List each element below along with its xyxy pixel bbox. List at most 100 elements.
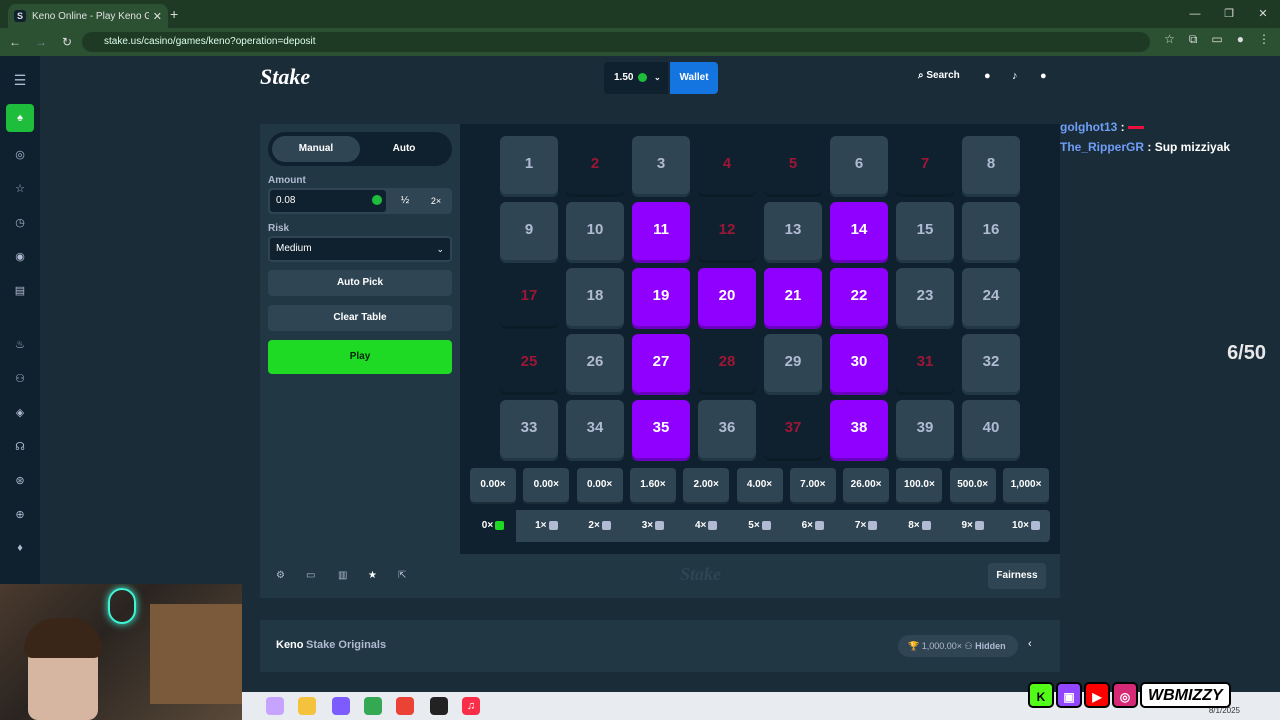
keno-tile[interactable]: 5 [764,136,822,194]
keno-tile[interactable]: 40 [962,400,1020,458]
browser-tab[interactable]: S Keno Online - Play Keno Game ✕ [8,4,168,28]
vip-icon[interactable]: ◈ [0,406,40,419]
keno-tile[interactable]: 22 [830,268,888,326]
keno-tile[interactable]: 35 [632,400,690,458]
keno-tile[interactable]: 14 [830,202,888,260]
keno-tile[interactable]: 1 [500,136,558,194]
keno-tile[interactable]: 4 [698,136,756,194]
play-button[interactable]: Play [268,340,452,374]
keno-tile[interactable]: 26 [566,334,624,392]
keno-tile[interactable]: 6 [830,136,888,194]
forward-icon[interactable]: → [30,35,52,49]
risk-select[interactable]: Medium ⌄ [268,236,452,262]
keno-tile[interactable]: 27 [632,334,690,392]
keno-tile[interactable]: 10 [566,202,624,260]
game-info-bar[interactable]: Keno Stake Originals 🏆 1,000.00× ⚇ Hidde… [260,620,1060,672]
file-explorer-icon[interactable] [298,697,316,715]
challenges-icon[interactable]: ◉ [0,250,40,263]
messenger-icon[interactable] [332,697,350,715]
sports-icon[interactable]: ◎ [0,148,40,161]
theatre-mode-icon[interactable]: ▭ [306,570,315,581]
language-icon[interactable]: ⊕ [0,508,40,521]
settings-gear-icon[interactable]: ⚙ [276,570,285,581]
notifications-bell-icon[interactable]: ♪ [1012,70,1018,82]
keno-tile[interactable]: 39 [896,400,954,458]
keno-tile[interactable]: 11 [632,202,690,260]
keno-tile[interactable]: 34 [566,400,624,458]
half-bet-button[interactable]: ½ [390,188,420,214]
keno-tile[interactable]: 19 [632,268,690,326]
keno-tile[interactable]: 7 [896,136,954,194]
affiliate-icon[interactable]: ⚇ [0,372,40,385]
keno-tile[interactable]: 20 [698,268,756,326]
bet-amount-input[interactable]: 0.08 [270,190,386,212]
auto-pick-button[interactable]: Auto Pick [268,270,452,296]
bookmark-star-icon[interactable]: ☆ [1164,32,1175,47]
keno-tile[interactable]: 12 [698,202,756,260]
hamburger-menu-icon[interactable]: ☰ [0,72,40,89]
keno-tile[interactable]: 25 [500,334,558,392]
casino-icon[interactable]: ♠ [6,104,34,132]
search-button[interactable]: ⌕ Search [918,70,960,81]
url-field[interactable]: stake.us/casino/games/keno?operation=dep… [82,32,1150,52]
chrome-profile-icon[interactable] [396,697,414,715]
keno-tile[interactable]: 15 [896,202,954,260]
balance-selector[interactable]: 1.50 ⌄ [604,62,668,94]
obs-icon[interactable] [430,697,448,715]
chrome-icon[interactable] [364,697,382,715]
copilot-icon[interactable] [266,697,284,715]
keno-tile[interactable]: 29 [764,334,822,392]
tab-manual[interactable]: Manual [272,136,360,162]
bets-icon[interactable]: ▤ [0,284,40,297]
close-tab-icon[interactable]: ✕ [153,10,162,23]
promotions-fire-icon[interactable]: ♨ [0,338,40,351]
keno-tile[interactable]: 32 [962,334,1020,392]
keno-tile[interactable]: 21 [764,268,822,326]
reload-icon[interactable]: ↻ [56,35,78,49]
keno-tile[interactable]: 30 [830,334,888,392]
recent-icon[interactable]: ◷ [0,216,40,229]
close-window-icon[interactable]: ✕ [1246,0,1280,28]
keno-tile[interactable]: 38 [830,400,888,458]
drop-icon[interactable]: ♦ [0,542,40,554]
profile-icon[interactable]: ● [1237,32,1244,47]
keno-tile[interactable]: 36 [698,400,756,458]
responsible-gambling-icon[interactable]: ⊛ [0,474,40,487]
chevron-left-icon[interactable]: ‹ [1028,638,1032,650]
wallet-button[interactable]: Wallet [670,62,718,94]
user-icon[interactable]: ● [984,70,991,82]
keno-tile[interactable]: 28 [698,334,756,392]
tab-auto[interactable]: Auto [360,136,448,162]
keno-tile[interactable]: 13 [764,202,822,260]
restore-icon[interactable]: ❐ [1212,0,1246,28]
keno-tile[interactable]: 33 [500,400,558,458]
music-icon[interactable]: ♫ [462,697,480,715]
keno-tile[interactable]: 23 [896,268,954,326]
keno-tile[interactable]: 8 [962,136,1020,194]
new-tab-icon[interactable]: + [170,6,178,22]
fairness-button[interactable]: Fairness [988,563,1046,589]
stake-logo[interactable]: Stake [260,64,310,90]
keno-tile[interactable]: 17 [500,268,558,326]
keno-tile[interactable]: 9 [500,202,558,260]
keno-tile[interactable]: 18 [566,268,624,326]
clear-table-button[interactable]: Clear Table [268,305,452,331]
menu-dots-icon[interactable]: ⋮ [1258,32,1270,47]
keno-tile[interactable]: 16 [962,202,1020,260]
keno-tile[interactable]: 37 [764,400,822,458]
keno-tile[interactable]: 31 [896,334,954,392]
popout-icon[interactable]: ⇱ [398,570,406,581]
support-headset-icon[interactable]: ☊ [0,440,40,453]
extensions-icon[interactable]: ⧉ [1189,32,1198,47]
keno-tile[interactable]: 24 [962,268,1020,326]
keno-tile[interactable]: 3 [632,136,690,194]
favourite-star-icon[interactable]: ★ [368,570,377,581]
minimize-icon[interactable]: — [1178,0,1212,28]
chat-bubble-icon[interactable]: ● [1040,70,1047,82]
double-bet-button[interactable]: 2× [420,188,452,214]
favourites-star-icon[interactable]: ☆ [0,182,40,195]
live-stats-icon[interactable]: ▥ [338,570,347,581]
keno-tile[interactable]: 2 [566,136,624,194]
back-icon[interactable]: ← [4,35,26,49]
split-view-icon[interactable]: ▭ [1211,32,1222,47]
